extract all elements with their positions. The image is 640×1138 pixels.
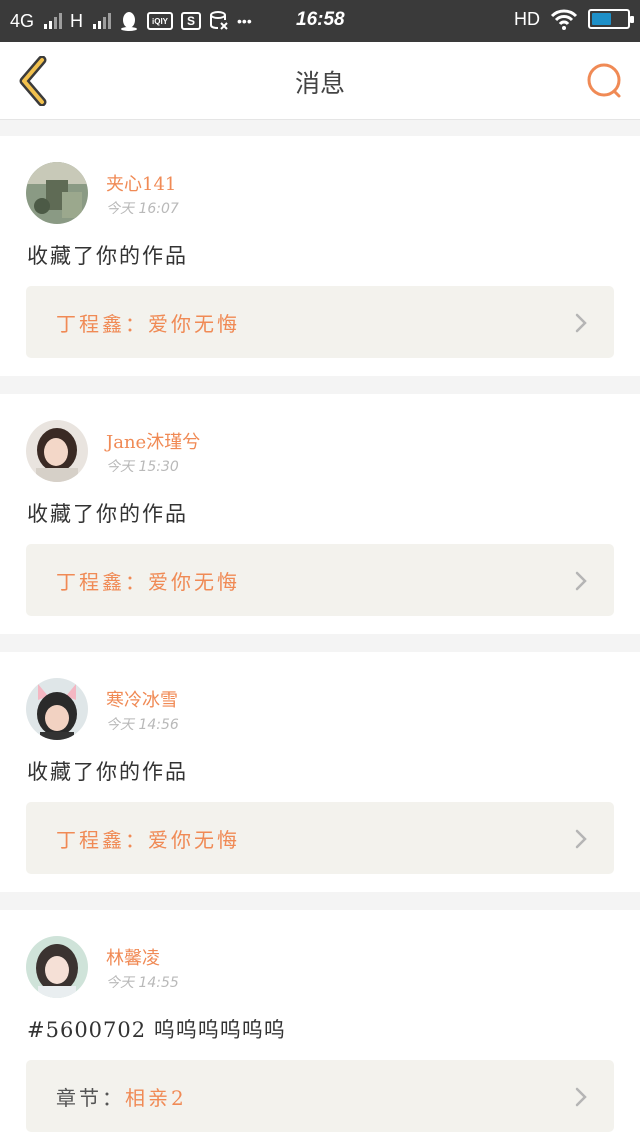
username[interactable]: 寒冷冰雪 [106,686,178,712]
status-bar: 4G H iQIY S ••• 16:58 HD [0,0,640,42]
work-link[interactable]: 丁程鑫：爱你无悔 [26,286,614,358]
work-title: 爱你无悔 [148,828,240,852]
timestamp: 今天 16:07 [106,201,179,217]
signal2-icon [93,13,112,29]
username[interactable]: 林馨凌 [106,944,160,970]
network-label: 4G [10,10,35,31]
more-dots: ••• [237,13,252,29]
avatar[interactable] [26,420,88,482]
chevron-right-icon [575,1087,587,1107]
work-prefix: 章节： [56,1086,125,1110]
avatar[interactable] [26,936,88,998]
chapter-link[interactable]: 章节：相亲2 [26,1060,614,1132]
work-prefix: 丁程鑫： [56,570,148,594]
chevron-right-icon [575,829,587,849]
work-title: 爱你无悔 [148,570,240,594]
iqiyi-icon: iQIY [147,12,174,30]
chevron-right-icon [575,571,587,591]
message-card: 夹心141 今天 16:07 收藏了你的作品 丁程鑫：爱你无悔 [0,136,640,376]
work-prefix: 丁程鑫： [56,828,148,852]
message-text: 收藏了你的作品 [27,502,188,526]
chevron-right-icon [575,313,587,333]
work-label: 丁程鑫：爱你无悔 [56,308,240,337]
work-title: 相亲2 [125,1086,187,1110]
timestamp: 今天 15:30 [106,459,179,475]
work-label: 丁程鑫：爱你无悔 [56,824,240,853]
work-link[interactable]: 丁程鑫：爱你无悔 [26,802,614,874]
work-link[interactable]: 丁程鑫：爱你无悔 [26,544,614,616]
message-card: 林馨凌 今天 14:55 #5600702 呜呜呜呜呜呜 章节：相亲2 [0,910,640,1138]
network2-label: H [70,10,84,31]
battery-icon [588,9,634,29]
wifi-icon [550,9,578,30]
work-title: 爱你无悔 [148,312,240,336]
message-card: Jane沐瑾兮 今天 15:30 收藏了你的作品 丁程鑫：爱你无悔 [0,394,640,634]
avatar[interactable] [26,678,88,740]
clock: 16:58 [296,9,345,30]
page-title: 消息 [294,69,345,98]
search-icon[interactable] [586,62,624,100]
message-text: 收藏了你的作品 [27,244,188,268]
message-text: 收藏了你的作品 [27,760,188,784]
storage-icon [210,11,228,30]
timestamp: 今天 14:55 [106,975,179,991]
username[interactable]: 夹心141 [106,170,176,196]
username[interactable]: Jane沐瑾兮 [106,428,200,454]
message-card: 寒冷冰雪 今天 14:56 收藏了你的作品 丁程鑫：爱你无悔 [0,652,640,892]
work-prefix: 丁程鑫： [56,312,148,336]
work-label: 章节：相亲2 [56,1082,187,1111]
hd-label: HD [514,8,540,29]
signal-icon [44,13,63,29]
qq-penguin-icon [121,12,138,31]
message-text: #5600702 呜呜呜呜呜呜 [27,1018,286,1042]
avatar[interactable] [26,162,88,224]
work-label: 丁程鑫：爱你无悔 [56,566,240,595]
top-nav-bar: 消息 [0,42,640,120]
s-app-icon: S [181,12,202,30]
timestamp: 今天 14:56 [106,717,179,733]
